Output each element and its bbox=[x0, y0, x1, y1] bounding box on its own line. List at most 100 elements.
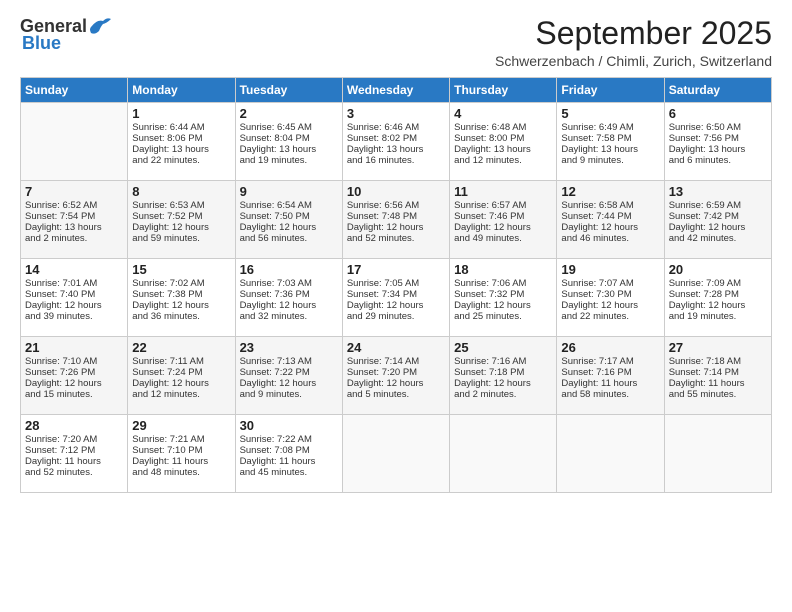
day-info: Daylight: 12 hours bbox=[240, 300, 338, 311]
day-info: Sunset: 7:50 PM bbox=[240, 211, 338, 222]
day-info: Daylight: 13 hours bbox=[25, 222, 123, 233]
day-info: Sunset: 7:10 PM bbox=[132, 445, 230, 456]
day-info: Sunset: 7:32 PM bbox=[454, 289, 552, 300]
day-info: Sunrise: 7:16 AM bbox=[454, 356, 552, 367]
day-info: and 45 minutes. bbox=[240, 467, 338, 478]
calendar-cell: 9Sunrise: 6:54 AMSunset: 7:50 PMDaylight… bbox=[235, 181, 342, 259]
day-number: 11 bbox=[454, 184, 552, 199]
day-info: Sunrise: 7:05 AM bbox=[347, 278, 445, 289]
day-number: 5 bbox=[561, 106, 659, 121]
logo-bird-icon bbox=[89, 17, 111, 35]
day-info: Daylight: 12 hours bbox=[669, 300, 767, 311]
day-info: Daylight: 12 hours bbox=[347, 222, 445, 233]
calendar-cell: 10Sunrise: 6:56 AMSunset: 7:48 PMDayligh… bbox=[342, 181, 449, 259]
day-info: Sunset: 7:16 PM bbox=[561, 367, 659, 378]
day-info: Daylight: 12 hours bbox=[347, 300, 445, 311]
logo-blue-text: Blue bbox=[22, 33, 61, 54]
calendar-week-row: 1Sunrise: 6:44 AMSunset: 8:06 PMDaylight… bbox=[21, 103, 772, 181]
day-info: Sunrise: 7:20 AM bbox=[25, 434, 123, 445]
day-number: 20 bbox=[669, 262, 767, 277]
day-info: Sunset: 7:58 PM bbox=[561, 133, 659, 144]
calendar-cell bbox=[557, 415, 664, 493]
calendar-cell: 5Sunrise: 6:49 AMSunset: 7:58 PMDaylight… bbox=[557, 103, 664, 181]
day-info: and 56 minutes. bbox=[240, 233, 338, 244]
month-title: September 2025 bbox=[495, 16, 772, 51]
day-number: 2 bbox=[240, 106, 338, 121]
day-info: Sunset: 7:12 PM bbox=[25, 445, 123, 456]
day-info: Sunrise: 7:21 AM bbox=[132, 434, 230, 445]
calendar-week-row: 21Sunrise: 7:10 AMSunset: 7:26 PMDayligh… bbox=[21, 337, 772, 415]
calendar-cell bbox=[450, 415, 557, 493]
day-info: Sunset: 7:28 PM bbox=[669, 289, 767, 300]
day-info: Sunset: 7:24 PM bbox=[132, 367, 230, 378]
calendar-table: SundayMondayTuesdayWednesdayThursdayFrid… bbox=[20, 77, 772, 493]
day-info: Sunset: 7:44 PM bbox=[561, 211, 659, 222]
day-info: Sunset: 7:30 PM bbox=[561, 289, 659, 300]
calendar-cell: 27Sunrise: 7:18 AMSunset: 7:14 PMDayligh… bbox=[664, 337, 771, 415]
day-info: Sunrise: 6:54 AM bbox=[240, 200, 338, 211]
calendar-cell: 25Sunrise: 7:16 AMSunset: 7:18 PMDayligh… bbox=[450, 337, 557, 415]
calendar-cell: 7Sunrise: 6:52 AMSunset: 7:54 PMDaylight… bbox=[21, 181, 128, 259]
day-info: Sunrise: 6:59 AM bbox=[669, 200, 767, 211]
day-info: Sunrise: 7:13 AM bbox=[240, 356, 338, 367]
day-number: 14 bbox=[25, 262, 123, 277]
day-number: 29 bbox=[132, 418, 230, 433]
calendar-cell: 30Sunrise: 7:22 AMSunset: 7:08 PMDayligh… bbox=[235, 415, 342, 493]
day-info: and 58 minutes. bbox=[561, 389, 659, 400]
day-info: Sunset: 7:22 PM bbox=[240, 367, 338, 378]
calendar-cell: 4Sunrise: 6:48 AMSunset: 8:00 PMDaylight… bbox=[450, 103, 557, 181]
calendar-cell bbox=[21, 103, 128, 181]
day-info: Daylight: 13 hours bbox=[561, 144, 659, 155]
day-info: Sunrise: 6:46 AM bbox=[347, 122, 445, 133]
calendar-cell: 11Sunrise: 6:57 AMSunset: 7:46 PMDayligh… bbox=[450, 181, 557, 259]
day-info: Daylight: 13 hours bbox=[454, 144, 552, 155]
day-info: and 55 minutes. bbox=[669, 389, 767, 400]
day-number: 18 bbox=[454, 262, 552, 277]
day-info: Sunset: 7:48 PM bbox=[347, 211, 445, 222]
day-info: Sunrise: 6:44 AM bbox=[132, 122, 230, 133]
day-number: 24 bbox=[347, 340, 445, 355]
day-info: and 42 minutes. bbox=[669, 233, 767, 244]
calendar-header-row: SundayMondayTuesdayWednesdayThursdayFrid… bbox=[21, 78, 772, 103]
day-info: and 12 minutes. bbox=[454, 155, 552, 166]
day-info: Sunrise: 7:17 AM bbox=[561, 356, 659, 367]
day-info: and 52 minutes. bbox=[25, 467, 123, 478]
day-info: and 59 minutes. bbox=[132, 233, 230, 244]
calendar-cell: 3Sunrise: 6:46 AMSunset: 8:02 PMDaylight… bbox=[342, 103, 449, 181]
calendar-cell: 6Sunrise: 6:50 AMSunset: 7:56 PMDaylight… bbox=[664, 103, 771, 181]
day-info: Sunrise: 7:09 AM bbox=[669, 278, 767, 289]
calendar-cell: 8Sunrise: 6:53 AMSunset: 7:52 PMDaylight… bbox=[128, 181, 235, 259]
day-info: Sunrise: 6:58 AM bbox=[561, 200, 659, 211]
day-info: and 9 minutes. bbox=[561, 155, 659, 166]
day-info: and 12 minutes. bbox=[132, 389, 230, 400]
logo: General Blue bbox=[20, 16, 111, 54]
calendar-cell: 18Sunrise: 7:06 AMSunset: 7:32 PMDayligh… bbox=[450, 259, 557, 337]
day-number: 1 bbox=[132, 106, 230, 121]
day-info: Sunset: 7:38 PM bbox=[132, 289, 230, 300]
day-number: 12 bbox=[561, 184, 659, 199]
calendar-week-row: 14Sunrise: 7:01 AMSunset: 7:40 PMDayligh… bbox=[21, 259, 772, 337]
calendar-cell: 16Sunrise: 7:03 AMSunset: 7:36 PMDayligh… bbox=[235, 259, 342, 337]
day-number: 27 bbox=[669, 340, 767, 355]
day-info: Sunrise: 7:22 AM bbox=[240, 434, 338, 445]
location: Schwerzenbach / Chimli, Zurich, Switzerl… bbox=[495, 53, 772, 69]
calendar-week-row: 7Sunrise: 6:52 AMSunset: 7:54 PMDaylight… bbox=[21, 181, 772, 259]
day-info: Sunset: 7:08 PM bbox=[240, 445, 338, 456]
day-info: and 39 minutes. bbox=[25, 311, 123, 322]
calendar-cell: 12Sunrise: 6:58 AMSunset: 7:44 PMDayligh… bbox=[557, 181, 664, 259]
day-info: Sunset: 7:42 PM bbox=[669, 211, 767, 222]
day-info: Sunrise: 6:49 AM bbox=[561, 122, 659, 133]
day-info: Sunrise: 7:14 AM bbox=[347, 356, 445, 367]
calendar-cell bbox=[342, 415, 449, 493]
day-info: and 29 minutes. bbox=[347, 311, 445, 322]
calendar-day-header: Friday bbox=[557, 78, 664, 103]
calendar-day-header: Sunday bbox=[21, 78, 128, 103]
day-info: Daylight: 12 hours bbox=[454, 300, 552, 311]
day-info: Sunrise: 7:06 AM bbox=[454, 278, 552, 289]
day-number: 25 bbox=[454, 340, 552, 355]
day-info: Daylight: 12 hours bbox=[240, 378, 338, 389]
day-info: Daylight: 12 hours bbox=[454, 378, 552, 389]
day-info: Daylight: 12 hours bbox=[240, 222, 338, 233]
day-number: 16 bbox=[240, 262, 338, 277]
day-number: 19 bbox=[561, 262, 659, 277]
